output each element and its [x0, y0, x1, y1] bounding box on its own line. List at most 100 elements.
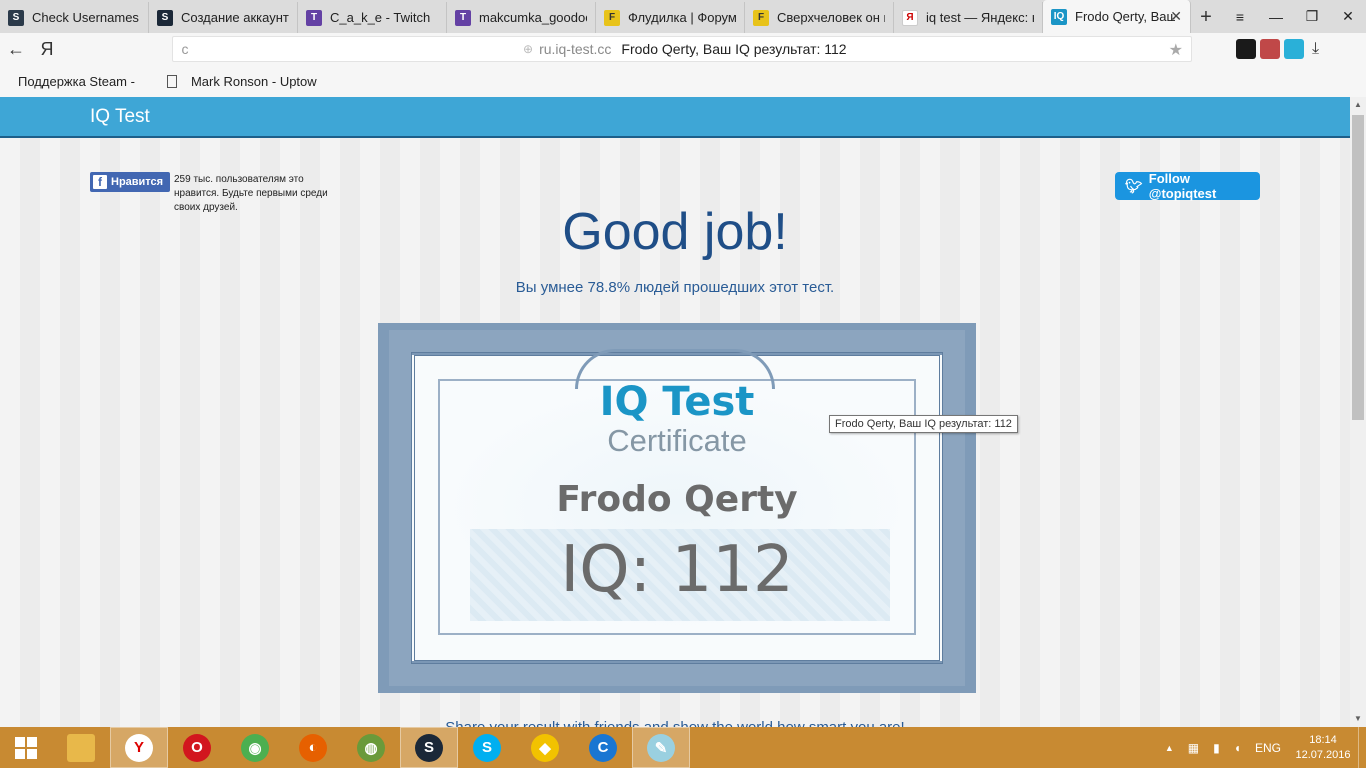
url-page-title: Frodo Qerty, Ваш IQ результат: 112 — [621, 41, 847, 57]
tab-7[interactable]: IQ Frodo Qerty, Ваш ✕ — [1043, 0, 1191, 33]
site-brand[interactable]: IQ Test — [90, 106, 150, 128]
bookmark-label: Поддержка Steam - — [18, 73, 135, 89]
taskbar-opera[interactable]: O — [168, 727, 226, 768]
bookmark-label: Mark Ronson - Uptow — [190, 73, 317, 89]
taskbar-file-explorer[interactable] — [52, 727, 110, 768]
taskbar-pizza-app[interactable]: ◆ — [516, 727, 574, 768]
scroll-up-icon[interactable]: ▲ — [1350, 97, 1366, 113]
tab-6[interactable]: Яiq test — Яндекс: н — [894, 2, 1043, 33]
clock[interactable]: 18:14 12.07.2016 — [1288, 733, 1358, 763]
certificate-iq-score: IQ: 112 — [560, 533, 794, 607]
back-icon[interactable]: ← — [0, 39, 32, 60]
extension-s-icon[interactable] — [1284, 39, 1304, 59]
tab-label: C_a_k_e - Twitch — [330, 10, 431, 25]
taskbar-yandex-browser[interactable]: Y — [110, 727, 168, 768]
vertical-scrollbar[interactable]: ▲ ▼ — [1350, 97, 1366, 727]
bookmark-steam-support[interactable]: Поддержка Steam - — [0, 74, 149, 89]
clock-date: 12.07.2016 — [1295, 748, 1351, 761]
opera-icon: O — [183, 733, 211, 762]
tab-label: makcumka_goodoc — [479, 10, 587, 25]
tab-label: Создание аккаунта — [181, 10, 289, 25]
reload-icon[interactable]: c — [173, 41, 197, 57]
scrollbar-thumb[interactable] — [1352, 115, 1364, 420]
file-explorer-icon — [67, 733, 95, 762]
tab-label: iq test — Яндекс: н — [926, 10, 1034, 25]
tab-label: Сверхчеловек он н — [777, 10, 885, 25]
tab-5[interactable]: F Сверхчеловек он н — [745, 2, 894, 33]
show-desktop-button[interactable] — [1358, 727, 1366, 768]
taskbar-skype[interactable]: S — [458, 727, 516, 768]
taskbar-ccleaner-app[interactable]: C — [574, 727, 632, 768]
tab-favicon-icon: S — [8, 9, 24, 26]
tab-favicon-icon: S — [157, 9, 173, 26]
tab-favicon-icon: T — [306, 9, 322, 26]
restore-icon[interactable]: ❐ — [1294, 8, 1330, 25]
tab-favicon-icon: F — [604, 9, 620, 26]
tab-1[interactable]: S Создание аккаунта — [149, 2, 298, 33]
volume-icon[interactable]: ◖ — [1234, 741, 1241, 755]
download-icon[interactable]: ⤓ — [1312, 40, 1319, 58]
new-tab-button[interactable]: + — [1191, 2, 1221, 33]
firefox-icon: ◐ — [299, 733, 327, 762]
window-controls: ≡ — ❐ ✕ — [1222, 0, 1366, 33]
close-tab-icon[interactable]: ✕ — [1170, 8, 1182, 25]
navigation-bar: ← Я c ⊕ ru.iq-test.cc Frodo Qerty, Ваш I… — [0, 33, 1366, 65]
bookmarks-bar: Поддержка Steam - Mark Ronson - Uptow — [0, 65, 1366, 97]
network-icon[interactable]: ▮ — [1213, 741, 1220, 755]
percentile-text: Вы умнее 78.8% людей прошедших этот тест… — [515, 279, 835, 296]
url-domain: ru.iq-test.cc — [539, 41, 612, 57]
tab-4[interactable]: F Флудилка | Форум — [596, 2, 745, 33]
yandex-home-icon[interactable]: Я — [32, 39, 62, 60]
tray-expand-icon[interactable]: ▲ — [1165, 743, 1174, 753]
facebook-like-button[interactable]: f Нравится — [90, 172, 170, 192]
share-text: Share your result with friends and show … — [0, 719, 1350, 727]
tab-favicon-icon: Я — [902, 9, 918, 26]
site-header: IQ Test — [0, 97, 1350, 138]
tab-favicon-icon: IQ — [1051, 8, 1067, 25]
taskbar-notepad-app[interactable]: ✎ — [632, 727, 690, 768]
chrome-icon: ◉ — [241, 733, 269, 762]
web-page: IQ Test f Нравится 259 тыс. пользователя… — [0, 97, 1350, 727]
twitter-follow-label: Follow @topiqtest — [1148, 171, 1217, 201]
globe-app-icon: ◍ — [357, 733, 385, 762]
tab-3[interactable]: Tmakcumka_goodoc — [447, 2, 596, 33]
tab-bar: S Check Usernames - S Создание аккаунта T C_a… — [0, 0, 1366, 33]
taskbar: Y O ◉ ◐ ◍ S S ◆ C ✎ ▲ ▦ ▮ ◖ ENG 18:14 12.07.2016 — [0, 727, 1366, 768]
taskbar-firefox[interactable]: ◐ — [284, 727, 342, 768]
address-bar[interactable]: c ⊕ ru.iq-test.cc Frodo Qerty, Ваш IQ ре… — [172, 36, 1192, 62]
tab-label: Флудилка | Форум — [628, 10, 736, 25]
bookmark-star-icon[interactable]: ★ — [1169, 40, 1183, 60]
notepad-app-icon: ✎ — [647, 733, 675, 762]
menu-icon[interactable]: ≡ — [1222, 9, 1258, 25]
globe-icon: ⊕ — [523, 42, 534, 56]
tooltip: Frodo Qerty, Ваш IQ результат: 112 — [829, 415, 1018, 433]
certificate-name: Frodo Qerty — [556, 479, 798, 520]
close-window-icon[interactable]: ✕ — [1330, 8, 1366, 25]
minimize-icon[interactable]: — — [1258, 9, 1294, 25]
pizza-app-icon: ◆ — [531, 733, 559, 762]
system-tray: ▲ ▦ ▮ ◖ ENG 18:14 12.07.2016 — [1158, 727, 1366, 768]
taskbar-globe-app[interactable]: ◍ — [342, 727, 400, 768]
taskbar-steam[interactable]: S — [400, 727, 458, 768]
facebook-icon: f — [93, 175, 107, 189]
steam-icon: S — [415, 733, 443, 762]
tray-app-icon[interactable]: ▦ — [1188, 741, 1199, 755]
start-button[interactable] — [0, 727, 52, 768]
skype-icon: S — [473, 733, 501, 762]
bookmark-mark-ronson[interactable]: Mark Ronson - Uptow — [149, 74, 331, 89]
scroll-down-icon[interactable]: ▼ — [1350, 711, 1366, 727]
extension-games-icon[interactable] — [1260, 39, 1280, 59]
tab-favicon-icon: F — [753, 9, 769, 26]
language-indicator[interactable]: ENG — [1255, 741, 1281, 755]
ccleaner-app-icon: C — [589, 733, 617, 762]
twitter-follow-button[interactable]: 🐦︎ Follow @topiqtest — [1115, 171, 1260, 201]
yandex-browser-icon: Y — [125, 733, 153, 762]
taskbar-chrome[interactable]: ◉ — [226, 727, 284, 768]
tab-2[interactable]: T C_a_k_e - Twitch — [298, 2, 447, 33]
extension-new-icon[interactable] — [1236, 39, 1256, 59]
tab-0[interactable]: S Check Usernames - — [0, 2, 149, 33]
windows-logo-icon — [15, 736, 37, 759]
result-heading: Good job! — [562, 203, 788, 261]
tab-label: Frodo Qerty, Ваш — [1075, 9, 1175, 24]
facebook-like-label: Нравится — [111, 176, 164, 188]
